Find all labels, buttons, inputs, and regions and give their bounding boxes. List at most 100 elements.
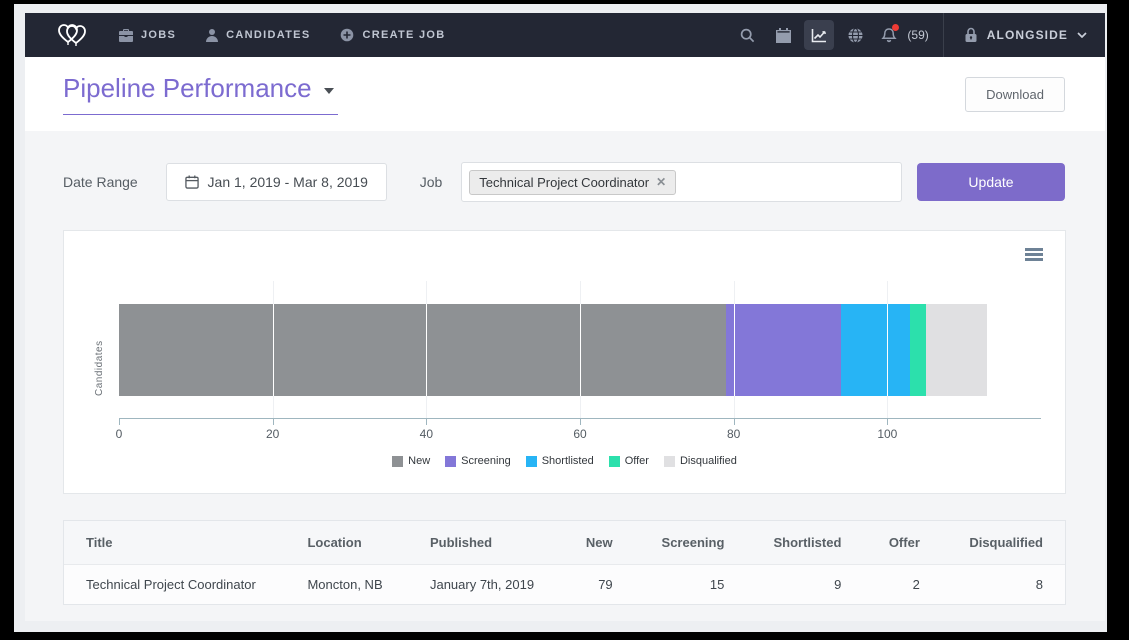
- nav-item-candidates[interactable]: CANDIDATES: [206, 29, 310, 42]
- chart-legend: New Screening Shortlisted Offer Disqualified: [64, 455, 1065, 467]
- bar-segment-offer[interactable]: [910, 304, 925, 396]
- table-cell: Technical Project Coordinator: [64, 565, 285, 605]
- globe-button[interactable]: [840, 20, 870, 50]
- y-axis-label: Candidates: [94, 304, 105, 396]
- legend-item-offer[interactable]: Offer: [609, 455, 649, 467]
- job-select-input[interactable]: Technical Project Coordinator ✕: [461, 162, 902, 202]
- download-button[interactable]: Download: [965, 77, 1065, 112]
- calendar-icon: [776, 28, 791, 43]
- axis-tick: [426, 419, 427, 425]
- results-table: TitleLocationPublishedNewScreeningShortl…: [64, 521, 1065, 604]
- job-tag: Technical Project Coordinator ✕: [469, 170, 676, 195]
- bar-segment-shortlisted[interactable]: [841, 304, 910, 396]
- notification-dot: [892, 24, 899, 31]
- analytics-icon: [811, 28, 827, 43]
- legend-item-screening[interactable]: Screening: [445, 455, 511, 467]
- column-header-disqualified: Disqualified: [942, 521, 1065, 565]
- legend-item-shortlisted[interactable]: Shortlisted: [526, 455, 594, 467]
- nav-menu: JOBS CANDIDATES CREATE JOB: [119, 28, 446, 42]
- account-menu[interactable]: ALONGSIDE: [944, 13, 1105, 57]
- job-tag-label: Technical Project Coordinator: [479, 175, 649, 190]
- legend-label: Disqualified: [680, 455, 737, 467]
- bar-segment-disqualified[interactable]: [926, 304, 987, 396]
- column-header-new: New: [561, 521, 635, 565]
- filter-bar: Date Range Jan 1, 2019 - Mar 8, 2019 Job…: [63, 162, 1065, 202]
- table-cell: 2: [863, 565, 941, 605]
- table-cell: Moncton, NB: [285, 565, 408, 605]
- person-icon: [206, 29, 218, 42]
- axis-tick: [734, 419, 735, 425]
- column-header-location: Location: [285, 521, 408, 565]
- analytics-button[interactable]: [804, 20, 834, 50]
- globe-icon: [848, 28, 863, 43]
- caret-down-icon: [324, 88, 334, 94]
- column-header-shortlisted: Shortlisted: [746, 521, 863, 565]
- calendar-button[interactable]: [768, 20, 798, 50]
- nav-item-label: JOBS: [141, 29, 176, 41]
- double-heart-icon: [55, 20, 91, 50]
- search-icon: [740, 28, 755, 43]
- page-title: Pipeline Performance: [63, 73, 312, 104]
- nav-item-create-job[interactable]: CREATE JOB: [340, 28, 445, 42]
- bar-segment-new[interactable]: [119, 304, 726, 396]
- axis-tick: [273, 419, 274, 425]
- notifications-button[interactable]: [881, 27, 897, 43]
- calendar-icon: [185, 175, 199, 189]
- briefcase-icon: [119, 29, 133, 42]
- bar-segment-screening[interactable]: [726, 304, 841, 396]
- chart-menu-icon[interactable]: [1025, 248, 1043, 263]
- plus-circle-icon: [340, 28, 354, 42]
- nav-item-label: CREATE JOB: [362, 29, 445, 41]
- table-cell: 9: [746, 565, 863, 605]
- date-range-value: Jan 1, 2019 - Mar 8, 2019: [208, 174, 368, 190]
- axis-tick-label: 60: [573, 427, 586, 441]
- account-name: ALONGSIDE: [987, 28, 1068, 42]
- axis-tick: [119, 419, 120, 425]
- axis-tick-label: 100: [877, 427, 897, 441]
- chevron-down-icon: [1077, 32, 1087, 38]
- job-label: Job: [420, 174, 443, 190]
- legend-item-disqualified[interactable]: Disqualified: [664, 455, 737, 467]
- nav-item-jobs[interactable]: JOBS: [119, 29, 176, 42]
- column-header-screening: Screening: [635, 521, 747, 565]
- table-cell: 79: [561, 565, 635, 605]
- table-cell: 15: [635, 565, 747, 605]
- notification-count: (59): [907, 28, 928, 42]
- table-row: Technical Project CoordinatorMoncton, NB…: [64, 565, 1065, 605]
- table-body: Technical Project CoordinatorMoncton, NB…: [64, 565, 1065, 605]
- nav-right-icons: (59) ALONGSIDE: [729, 13, 1105, 57]
- table-cell: January 7th, 2019: [408, 565, 561, 605]
- axis-tick-label: 80: [727, 427, 740, 441]
- column-header-published: Published: [408, 521, 561, 565]
- legend-swatch: [664, 456, 675, 467]
- legend-item-new[interactable]: New: [392, 455, 430, 467]
- date-range-input[interactable]: Jan 1, 2019 - Mar 8, 2019: [166, 163, 387, 201]
- nav-item-label: CANDIDATES: [226, 29, 310, 41]
- axis-tick-label: 40: [420, 427, 433, 441]
- legend-swatch: [609, 456, 620, 467]
- table-header-row: TitleLocationPublishedNewScreeningShortl…: [64, 521, 1065, 565]
- axis-tick: [580, 419, 581, 425]
- top-navbar: JOBS CANDIDATES CREATE JOB: [25, 13, 1105, 57]
- search-button[interactable]: [732, 20, 762, 50]
- app-window: JOBS CANDIDATES CREATE JOB: [25, 13, 1105, 621]
- date-range-label: Date Range: [63, 174, 138, 190]
- legend-label: Shortlisted: [542, 455, 594, 467]
- results-table-card: TitleLocationPublishedNewScreeningShortl…: [63, 520, 1066, 605]
- bar-segments: [119, 304, 1041, 396]
- page-header: Pipeline Performance Download: [25, 57, 1105, 131]
- plot-area: [119, 281, 1041, 419]
- table-cell: 8: [942, 565, 1065, 605]
- axis-tick-label: 0: [116, 427, 123, 441]
- column-header-title: Title: [64, 521, 285, 565]
- app-logo[interactable]: [55, 20, 91, 50]
- x-axis-labels: 020406080100: [119, 427, 1041, 441]
- remove-tag-icon[interactable]: ✕: [656, 176, 666, 188]
- legend-label: New: [408, 455, 430, 467]
- legend-swatch: [526, 456, 537, 467]
- report-selector[interactable]: Pipeline Performance: [63, 73, 338, 115]
- legend-label: Offer: [625, 455, 649, 467]
- update-button[interactable]: Update: [917, 163, 1065, 201]
- legend-swatch: [392, 456, 403, 467]
- legend-swatch: [445, 456, 456, 467]
